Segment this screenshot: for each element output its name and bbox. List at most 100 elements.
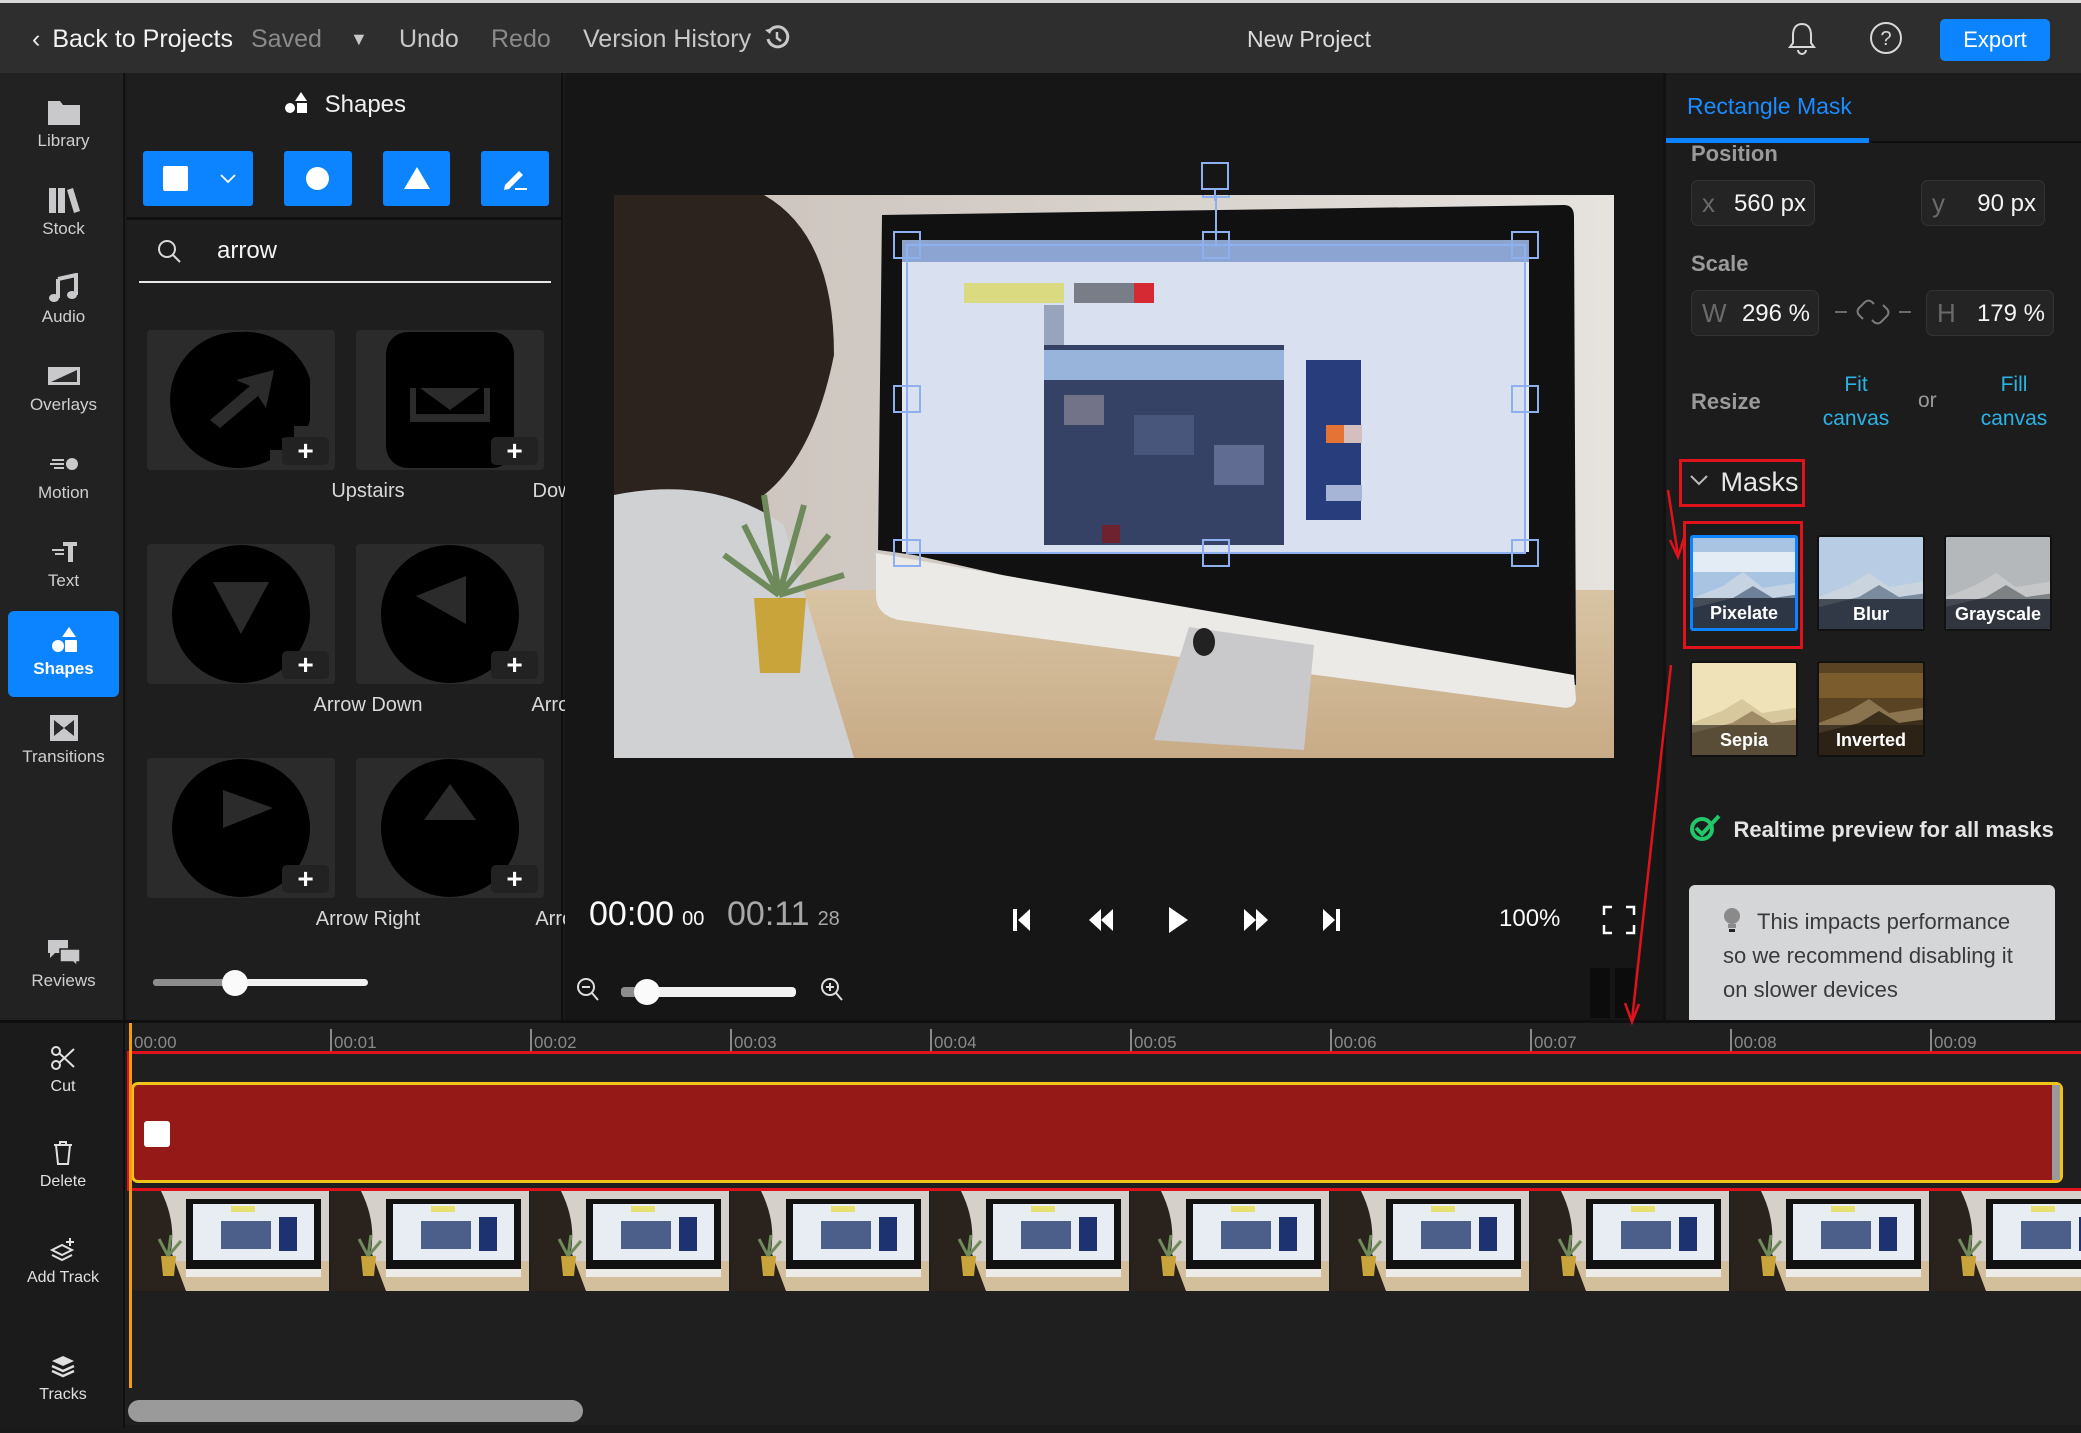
undo-button[interactable]: Undo xyxy=(399,23,459,55)
masks-section-toggle[interactable]: Masks xyxy=(1688,467,1798,498)
panel-resize-handle[interactable] xyxy=(1590,968,1610,1018)
lock-aspect-ratio-toggle[interactable] xyxy=(1833,295,1913,334)
position-y-field[interactable]: y 90 px xyxy=(1921,180,2045,226)
video-frame-image xyxy=(614,195,1614,758)
fill-canvas-button[interactable]: Fill canvas xyxy=(1964,368,2064,436)
video-track-filmstrip[interactable] xyxy=(131,1191,2081,1291)
ruler-tick: 00:07 xyxy=(1530,1029,1577,1052)
back-to-projects-link[interactable]: ‹ Back to Projects xyxy=(32,23,233,55)
circle-icon xyxy=(306,167,329,190)
or-label: or xyxy=(1918,389,1937,412)
ruler-tick: 00:08 xyxy=(1730,1029,1777,1052)
clip-trim-handle[interactable] xyxy=(2052,1085,2060,1180)
rewind-icon[interactable] xyxy=(1087,907,1115,933)
history-icon xyxy=(764,24,790,58)
circle-shape-button[interactable] xyxy=(284,151,352,206)
add-shape-button[interactable]: + xyxy=(491,437,538,465)
ruler-tick: 00:05 xyxy=(1130,1029,1177,1052)
scissors-icon xyxy=(51,1046,75,1070)
slider-thumb[interactable] xyxy=(634,979,661,1005)
search-bar xyxy=(139,223,551,283)
tab-rectangle-mask[interactable]: Rectangle Mask xyxy=(1687,93,1852,120)
preview-area: 00:00 00 00:11 28 100% xyxy=(565,73,1663,1020)
skip-to-end-icon[interactable] xyxy=(1321,907,1341,933)
search-icon xyxy=(158,240,181,263)
svg-text:?: ? xyxy=(1880,28,1891,50)
video-frame-thumbnail xyxy=(1531,1191,1731,1291)
sidebar-item-transitions[interactable]: Transitions xyxy=(8,699,119,785)
saved-dropdown-caret-icon[interactable]: ▼ xyxy=(350,23,368,55)
video-frame-thumbnail xyxy=(1731,1191,1931,1291)
delete-button[interactable]: Delete xyxy=(14,1140,112,1220)
add-shape-button[interactable]: + xyxy=(491,651,538,679)
add-track-button[interactable]: Add Track xyxy=(14,1236,112,1316)
shape-card-download[interactable]: + xyxy=(356,330,544,470)
cut-button[interactable]: Cut xyxy=(14,1045,112,1125)
fit-canvas-button[interactable]: Fit canvas xyxy=(1806,368,1906,436)
sidebar-item-text[interactable]: Text xyxy=(8,523,119,609)
redo-button[interactable]: Redo xyxy=(491,23,551,55)
shapes-panel: Shapes + Upstairs + Download xyxy=(127,73,623,1020)
triangle-icon xyxy=(404,167,430,189)
sidebar-item-library[interactable]: Library xyxy=(8,83,119,169)
zoom-out-icon[interactable] xyxy=(575,976,601,1004)
pencil-icon xyxy=(504,171,527,190)
slider-thumb[interactable] xyxy=(221,970,248,996)
notifications-bell-icon[interactable] xyxy=(1786,21,1818,62)
sidebar-item-motion[interactable]: Motion xyxy=(8,435,119,521)
rectangle-shape-button[interactable] xyxy=(143,151,253,206)
shapes-icon xyxy=(284,92,307,113)
sidebar-item-reviews[interactable]: Reviews xyxy=(8,923,119,1009)
scale-width-field[interactable]: W 296 % xyxy=(1691,290,1819,336)
shape-card-arrow-down[interactable]: + xyxy=(147,544,335,684)
version-history-button[interactable]: Version History xyxy=(583,23,790,58)
export-button[interactable]: Export xyxy=(1940,19,2050,61)
add-shape-button[interactable]: + xyxy=(491,865,538,893)
zoom-in-icon[interactable] xyxy=(819,976,845,1004)
mask-option-sepia[interactable]: Sepia xyxy=(1690,661,1798,757)
realtime-preview-toggle[interactable]: Realtime preview for all masks xyxy=(1689,813,2054,843)
rotate-handle-top[interactable] xyxy=(1195,153,1235,201)
mask-option-blur[interactable]: Blur xyxy=(1817,535,1925,631)
sidebar-item-shapes[interactable]: Shapes xyxy=(8,611,119,697)
search-input[interactable] xyxy=(217,233,537,269)
shape-card-arrow-left[interactable]: + xyxy=(356,544,544,684)
mask-option-inverted[interactable]: Inverted xyxy=(1817,661,1925,757)
video-preview[interactable] xyxy=(614,195,1614,758)
play-icon[interactable] xyxy=(1166,905,1190,935)
position-x-field[interactable]: x 560 px xyxy=(1691,180,1815,226)
performance-tip: This impacts performance so we recommend… xyxy=(1689,885,2055,1020)
timeline-horizontal-scrollbar[interactable] xyxy=(128,1400,583,1422)
sidebar-item-stock[interactable]: Stock xyxy=(8,171,119,257)
panel-resize-handle[interactable] xyxy=(1615,968,1635,1018)
help-icon[interactable]: ? xyxy=(1869,21,1903,60)
timeline-ruler[interactable]: 00:00 00:01 00:02 00:03 00:04 00:05 00:06 00:07… xyxy=(127,1023,2081,1053)
skip-to-start-icon[interactable] xyxy=(1012,907,1032,933)
shape-card-arrow-up[interactable]: + xyxy=(356,758,544,898)
lightbulb-icon xyxy=(1723,907,1741,943)
add-shape-button[interactable]: + xyxy=(282,437,329,465)
sidebar-item-audio[interactable]: Audio xyxy=(8,259,119,345)
mask-option-pixelate[interactable]: Pixelate xyxy=(1690,535,1798,631)
draw-shape-button[interactable] xyxy=(481,151,549,206)
add-shape-button[interactable]: + xyxy=(282,865,329,893)
tracks-button[interactable]: Tracks xyxy=(14,1353,112,1433)
mask-option-grayscale[interactable]: Grayscale xyxy=(1944,535,2052,631)
preview-zoom-level[interactable]: 100% xyxy=(1499,905,1560,933)
add-shape-button[interactable]: + xyxy=(282,651,329,679)
triangle-shape-button[interactable] xyxy=(383,151,450,206)
shape-card-upstairs[interactable]: + xyxy=(147,330,335,470)
mask-selection-box[interactable] xyxy=(893,195,1539,567)
sidebar-item-overlays[interactable]: Overlays xyxy=(8,347,119,433)
playhead[interactable] xyxy=(129,1023,132,1388)
scale-label: Scale xyxy=(1691,251,1749,276)
fullscreen-icon[interactable] xyxy=(1602,905,1636,935)
video-frame-thumbnail xyxy=(131,1191,331,1291)
mask-track-clip[interactable] xyxy=(131,1082,2063,1183)
top-bar: ‹ Back to Projects Saved ▼ Undo Redo Vers… xyxy=(0,0,2081,73)
current-time: 00:00 00 xyxy=(589,895,705,933)
chevron-down-icon[interactable] xyxy=(219,173,237,185)
scale-height-field[interactable]: H 179 % xyxy=(1926,290,2054,336)
shape-card-arrow-right[interactable]: + xyxy=(147,758,335,898)
fast-forward-icon[interactable] xyxy=(1242,907,1270,933)
